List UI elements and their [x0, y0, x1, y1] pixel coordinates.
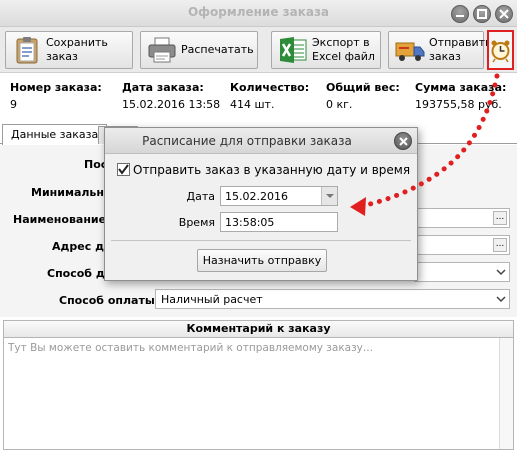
maximize-icon [477, 9, 487, 19]
excel-icon [280, 37, 307, 63]
minimize-icon [456, 15, 464, 17]
print-button[interactable]: Распечатать [140, 31, 258, 69]
send-at-time-checkbox-row[interactable]: Отправить заказ в указанную дату и время [117, 163, 410, 177]
toolbar: Сохранить заказ Распечатать Экспорт в Ex… [0, 27, 517, 73]
schedule-send-confirm-button[interactable]: Назначить отправку [197, 249, 327, 272]
date-dropdown-button[interactable] [321, 187, 337, 205]
order-summary: Номер заказа: 9 Дата заказа: 15.02.2016 … [0, 76, 517, 116]
summary-order-date: Дата заказа: 15.02.2016 13:58 [122, 81, 221, 111]
export-button-label-2: Excel файл [312, 50, 375, 63]
comment-header: Комментарий к заказу [3, 320, 514, 338]
minimize-button[interactable] [451, 5, 469, 23]
export-button-label-1: Экспорт в [312, 36, 370, 49]
browse-address-button[interactable]: ... [493, 238, 507, 252]
comment-scrollbar[interactable] [499, 338, 513, 449]
maximize-button[interactable] [473, 5, 491, 23]
tab-order-data[interactable]: Данные заказа [2, 124, 108, 145]
send-button-label-2: заказ [429, 50, 461, 63]
date-value: 15.02.2016 [225, 190, 288, 203]
field-label-3: Наименование [13, 213, 107, 226]
truck-icon [395, 42, 425, 61]
comment-placeholder: Тут Вы можете оставить комментарий к отп… [8, 342, 373, 354]
dialog-title: Расписание для отправки заказа [142, 134, 352, 148]
summary-weight: Общий вес: 0 кг. [326, 81, 400, 111]
summary-total: Сумма заказа: 193755,58 руб. [415, 81, 507, 111]
date-label: Дата [186, 190, 215, 203]
name-input[interactable]: ... [414, 208, 510, 228]
send-order-button[interactable]: Отправить заказ [388, 31, 492, 69]
close-window-button[interactable] [495, 5, 513, 23]
payment-method-label: Способ оплаты [59, 294, 155, 307]
alarm-clock-icon [491, 40, 510, 63]
payment-method-select[interactable]: Наличный расчет [155, 289, 510, 309]
clipboard-save-icon [16, 37, 38, 64]
time-label: Время [178, 216, 215, 229]
date-picker[interactable]: 15.02.2016 [220, 186, 338, 206]
chevron-down-icon [496, 269, 506, 276]
send-button-label-1: Отправить [429, 36, 492, 49]
delivery-method-select[interactable] [414, 262, 510, 282]
payment-method-value: Наличный расчет [161, 293, 263, 306]
send-at-time-checkbox-label: Отправить заказ в указанную дату и время [133, 163, 411, 177]
comment-textarea[interactable]: Тут Вы можете оставить комментарий к отп… [3, 338, 514, 450]
schedule-dialog: Расписание для отправки заказа Отправить… [104, 127, 418, 281]
dialog-separator [111, 240, 411, 241]
field-label-4: Адрес д [52, 240, 104, 253]
field-label-2: Минимальн [31, 186, 104, 199]
save-button-label-2: заказ [46, 50, 78, 63]
close-icon [399, 137, 408, 146]
summary-quantity: Количество: 414 шт. [230, 81, 310, 111]
time-input[interactable]: 13:58:05 [220, 212, 338, 232]
schedule-send-button[interactable] [487, 30, 514, 70]
send-at-time-checkbox[interactable] [117, 163, 130, 176]
field-label-5: Способ д [47, 267, 105, 280]
printer-icon [148, 37, 176, 63]
time-value: 13:58:05 [225, 216, 275, 229]
chevron-down-icon [326, 194, 334, 198]
address-input[interactable]: ... [414, 235, 510, 255]
window-titlebar: Оформление заказа [0, 0, 517, 27]
save-order-button[interactable]: Сохранить заказ [5, 31, 133, 69]
close-icon [499, 9, 509, 19]
window-title: Оформление заказа [187, 5, 330, 19]
chevron-down-icon [496, 296, 506, 303]
checkmark-icon [118, 164, 129, 175]
dialog-close-button[interactable] [394, 132, 412, 150]
dialog-titlebar: Расписание для отправки заказа [105, 128, 417, 154]
print-button-label: Распечатать [181, 43, 254, 56]
save-button-label-1: Сохранить [46, 36, 108, 49]
browse-name-button[interactable]: ... [493, 211, 507, 225]
summary-order-number: Номер заказа: 9 [10, 81, 102, 111]
export-excel-button[interactable]: Экспорт в Excel файл [271, 31, 381, 69]
